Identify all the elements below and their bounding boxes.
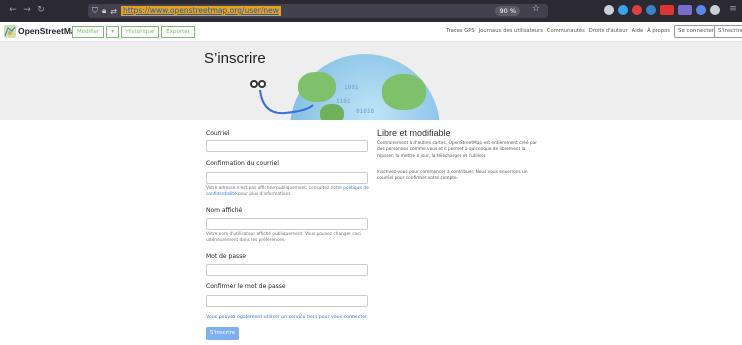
third-party-login-link[interactable]: Vous pouvez également utiliser un servic… bbox=[206, 315, 368, 320]
permissions-icon[interactable]: ⇄ bbox=[110, 7, 117, 16]
squiggle-line-icon bbox=[259, 89, 314, 115]
email-field[interactable] bbox=[206, 140, 368, 152]
forward-arrow-icon[interactable]: → bbox=[20, 5, 34, 15]
menu-icon[interactable]: ≡ bbox=[726, 4, 740, 14]
info-title: Libre et modifiable bbox=[377, 128, 451, 138]
extension-icon[interactable] bbox=[618, 5, 628, 15]
nav-about[interactable]: À propos bbox=[647, 28, 670, 34]
email-confirm-field[interactable] bbox=[206, 172, 368, 184]
password-field[interactable] bbox=[206, 264, 368, 276]
extension-icon[interactable] bbox=[678, 5, 692, 15]
email-help-prefix: Votre adresse n'est pas affichée publiqu… bbox=[206, 186, 344, 191]
email-help-suffix: pour plus d'informations. bbox=[236, 192, 292, 197]
nav-copyright[interactable]: Droits d'auteur bbox=[589, 28, 628, 34]
url-text[interactable]: https://www.openstreetmap.org/user/new bbox=[120, 6, 281, 16]
nav-help[interactable]: Aide bbox=[632, 28, 643, 34]
top-nav: Traces GPS Journaux des utilisateurs Com… bbox=[446, 28, 670, 34]
browser-toolbar: ← → ↻ ⛉ 🔒︎ ⇄ https://www.openstreetmap.o… bbox=[0, 0, 742, 22]
bookmark-star-icon[interactable]: ☆ bbox=[532, 4, 540, 14]
extension-icon[interactable] bbox=[632, 5, 642, 15]
email-label: Courriel bbox=[206, 130, 230, 137]
edit-dropdown-icon[interactable]: ▾ bbox=[106, 26, 120, 38]
signup-button[interactable]: S'inscrire bbox=[714, 25, 742, 38]
nav-gps-traces[interactable]: Traces GPS bbox=[446, 28, 475, 34]
extension-icon[interactable] bbox=[646, 5, 656, 15]
account-icon[interactable] bbox=[696, 5, 706, 15]
reload-icon[interactable]: ↻ bbox=[34, 5, 48, 15]
info-paragraph-2: Inscrivez-vous pour commencer à contribu… bbox=[377, 170, 528, 182]
nav-user-diaries[interactable]: Journaux des utilisateurs bbox=[479, 28, 543, 34]
email-confirm-label: Confirmation du courriel bbox=[206, 160, 279, 167]
zoom-indicator[interactable]: 90 % bbox=[495, 6, 520, 16]
binoculars-icon bbox=[250, 80, 266, 88]
info-paragraph-1: Contrairement à d'autres cartes, OpenStr… bbox=[377, 141, 538, 159]
back-arrow-icon[interactable]: ← bbox=[6, 5, 20, 15]
page-title: S’inscrire bbox=[204, 50, 266, 67]
display-name-field[interactable] bbox=[206, 218, 368, 230]
display-name-label: Nom affiché bbox=[206, 207, 243, 214]
site-header: OpenStreetMap Modifier ▾ Historique Expo… bbox=[0, 22, 742, 42]
osm-logo-icon[interactable] bbox=[4, 25, 16, 38]
extensions-puzzle-icon[interactable] bbox=[710, 5, 720, 15]
email-help-text: Votre adresse n'est pas affichée publiqu… bbox=[206, 186, 376, 198]
nav-communities[interactable]: Communautés bbox=[547, 28, 585, 34]
submit-button[interactable]: S'inscrire bbox=[206, 327, 239, 340]
hero-banner: S’inscrire 1001 1101 01010 bbox=[0, 42, 742, 120]
display-name-help: Votre nom d'utilisateur affiché publique… bbox=[206, 232, 361, 243]
login-button[interactable]: Se connecter bbox=[674, 25, 719, 38]
pocket-icon[interactable] bbox=[604, 5, 614, 15]
password-label: Mot de passe bbox=[206, 253, 246, 260]
lock-icon[interactable]: 🔒︎ bbox=[102, 6, 106, 16]
password-confirm-field[interactable] bbox=[206, 295, 368, 307]
edit-button[interactable]: Modifier bbox=[72, 26, 105, 38]
abp-icon[interactable] bbox=[660, 5, 674, 15]
shield-icon[interactable]: ⛉ bbox=[92, 6, 98, 16]
edit-group: Modifier ▾ Historique Exporter bbox=[72, 26, 197, 38]
history-button[interactable]: Historique bbox=[121, 26, 160, 38]
password-confirm-label: Confirmer le mot de passe bbox=[206, 283, 286, 290]
export-button[interactable]: Exporter bbox=[161, 26, 195, 38]
address-bar[interactable]: ⛉ 🔒︎ ⇄ https://www.openstreetmap.org/use… bbox=[88, 4, 548, 18]
